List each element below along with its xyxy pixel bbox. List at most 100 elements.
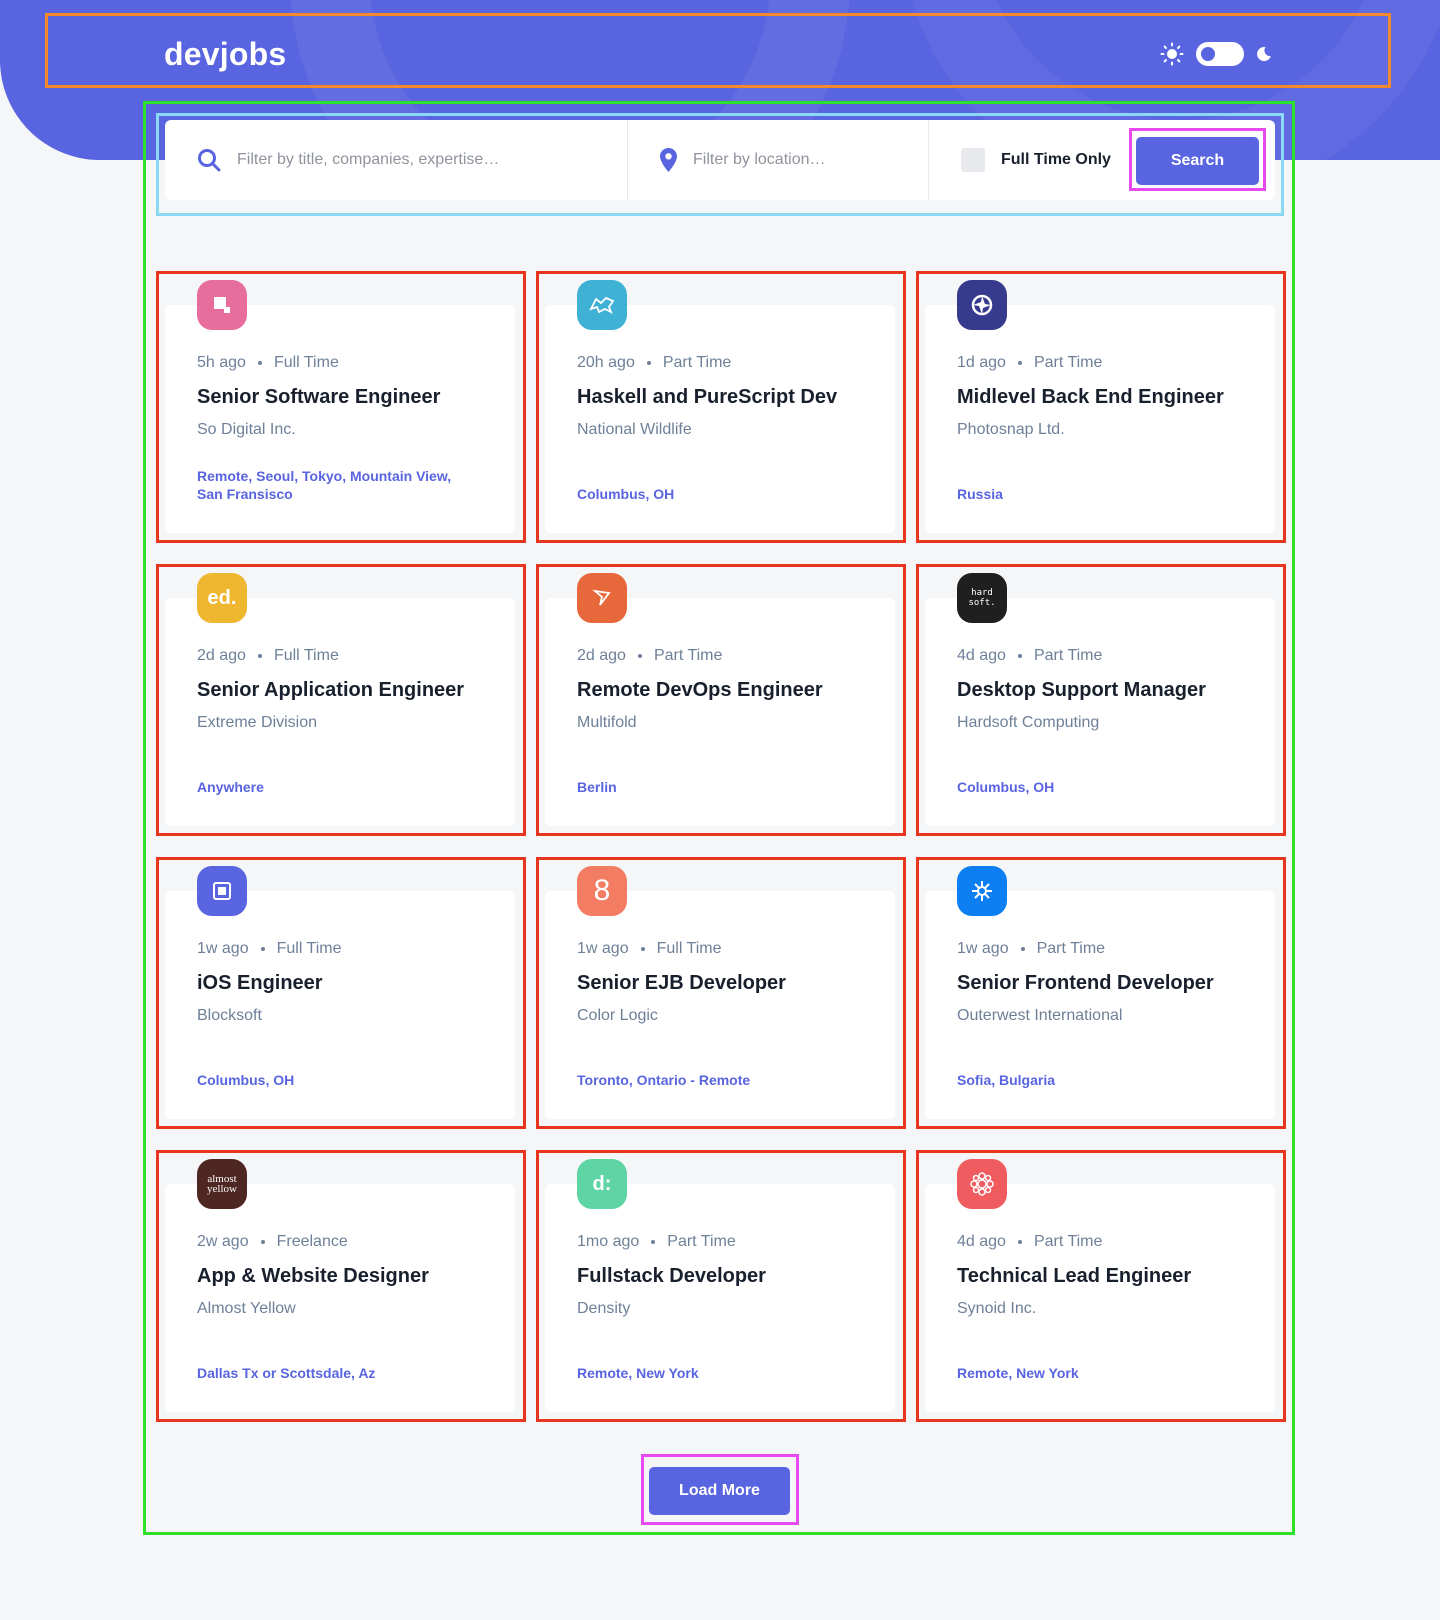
job-meta: 2d ago Part Time <box>577 647 722 665</box>
job-card[interactable]: 1w ago Full Time iOS Engineer Blocksoft Colu… <box>165 866 515 1119</box>
contract-type: Part Time <box>653 647 723 664</box>
title-filter <box>165 120 628 200</box>
posted-time: 4d ago <box>957 647 1006 664</box>
company-logo-text: 8 <box>593 874 611 907</box>
company-logo-text: d: <box>592 1172 612 1195</box>
photosnap-logo-icon <box>957 280 1007 330</box>
job-card[interactable]: 8 1w ago Full Time Senior EJB Developer Colo… <box>545 866 895 1119</box>
search-icon <box>198 149 221 172</box>
so-digital-logo-icon <box>197 280 247 330</box>
job-title[interactable]: Senior Frontend Developer <box>957 972 1257 995</box>
contract-type: Part Time <box>1033 354 1103 371</box>
title-search-input[interactable] <box>237 151 537 169</box>
hardsoft-logo-icon: hard soft. <box>957 573 1007 623</box>
job-location: Columbus, OH <box>957 779 1055 795</box>
separator-dot <box>260 1240 265 1244</box>
separator-dot <box>257 361 262 365</box>
job-title[interactable]: App & Website Designer <box>197 1265 497 1288</box>
posted-time: 4d ago <box>957 1233 1006 1250</box>
job-meta: 1w ago Part Time <box>957 940 1105 958</box>
density-logo-icon: d: <box>577 1159 627 1209</box>
job-title[interactable]: Midlevel Back End Engineer <box>957 386 1257 409</box>
job-location: Remote, Seoul, Tokyo, Mountain View, San… <box>197 468 452 502</box>
posted-time: 5h ago <box>197 354 246 371</box>
separator-dot <box>637 654 642 658</box>
job-location: Columbus, OH <box>577 486 675 502</box>
extreme-division-logo-icon: ed. <box>197 573 247 623</box>
company-name: So Digital Inc. <box>197 421 296 438</box>
posted-time: 20h ago <box>577 354 635 371</box>
separator-dot <box>646 361 651 365</box>
search-bar: Full Time Only <box>165 120 1275 200</box>
job-title[interactable]: Senior Software Engineer <box>197 386 497 409</box>
separator-dot <box>640 947 645 951</box>
company-name: Almost Yellow <box>197 1300 296 1317</box>
app-logo[interactable]: devjobs <box>164 36 286 73</box>
fulltime-label: Full Time Only <box>1001 151 1111 168</box>
multifold-logo-icon <box>577 573 627 623</box>
job-card[interactable]: 5h ago Full Time Senior Software Engineer S… <box>165 280 515 533</box>
job-card[interactable]: 1w ago Part Time Senior Frontend Developer… <box>925 866 1275 1119</box>
theme-toggle[interactable] <box>1196 42 1244 66</box>
separator-dot <box>1017 1240 1022 1244</box>
blocksoft-logo-icon <box>197 866 247 916</box>
job-card[interactable]: d: 1mo ago Part Time Fullstack Developer Den… <box>545 1159 895 1412</box>
company-name: Blocksoft <box>197 1007 262 1024</box>
job-meta: 20h ago Part Time <box>577 354 731 372</box>
company-logo-text: hard soft. <box>968 588 996 608</box>
contract-type: Part Time <box>667 1233 736 1250</box>
job-title[interactable]: iOS Engineer <box>197 972 497 995</box>
job-title[interactable]: Remote DevOps Engineer <box>577 679 877 702</box>
job-card[interactable]: 4d ago Part Time Technical Lead Engineer Sy… <box>925 1159 1275 1412</box>
job-title[interactable]: Technical Lead Engineer <box>957 1265 1257 1288</box>
company-name: Hardsoft Computing <box>957 714 1100 731</box>
contract-type: Full Time <box>276 940 342 957</box>
job-card[interactable]: 20h ago Part Time Haskell and PureScript D… <box>545 280 895 533</box>
posted-time: 2w ago <box>197 1233 249 1250</box>
job-title[interactable]: Desktop Support Manager <box>957 679 1257 702</box>
contract-type: Full Time <box>656 940 722 957</box>
company-name: Synoid Inc. <box>957 1300 1037 1317</box>
job-meta: 2w ago Freelance <box>197 1233 348 1251</box>
job-meta: 4d ago Part Time <box>957 1233 1102 1251</box>
job-card[interactable]: ed. 2d ago Full Time Senior Application Eng… <box>165 573 515 826</box>
company-name: Extreme Division <box>197 714 318 731</box>
posted-time: 2d ago <box>577 647 626 664</box>
job-title[interactable]: Senior Application Engineer <box>197 679 497 702</box>
posted-time: 1w ago <box>957 940 1009 957</box>
contract-type: Part Time <box>662 354 732 371</box>
job-card[interactable]: almost yellow 2w ago Freelance App & Websit… <box>165 1159 515 1412</box>
job-meta: 1w ago Full Time <box>197 940 342 958</box>
separator-dot <box>651 1240 656 1244</box>
national-wildlife-logo-icon <box>577 280 627 330</box>
location-search-input[interactable] <box>693 151 913 169</box>
separator-dot <box>1017 361 1022 365</box>
load-more-button[interactable]: Load More <box>649 1467 790 1515</box>
company-logo-text: almost yellow <box>207 1173 237 1195</box>
job-card[interactable]: 1d ago Part Time Midlevel Back End Enginee… <box>925 280 1275 533</box>
job-location: Russia <box>957 486 1003 502</box>
contract-type: Part Time <box>1033 1233 1103 1250</box>
color-logic-logo-icon: 8 <box>577 866 627 916</box>
company-name: Density <box>577 1300 631 1317</box>
job-meta: 5h ago Full Time <box>197 354 339 372</box>
theme-switcher <box>1160 42 1272 66</box>
sun-icon <box>1160 42 1184 66</box>
job-location: Sofia, Bulgaria <box>957 1072 1056 1088</box>
search-button[interactable]: Search <box>1136 137 1259 185</box>
job-card[interactable]: 2d ago Part Time Remote DevOps Engineer Mul… <box>545 573 895 826</box>
separator-dot <box>1017 654 1022 658</box>
contract-type: Part Time <box>1033 647 1103 664</box>
posted-time: 2d ago <box>197 647 246 664</box>
job-meta: 4d ago Part Time <box>957 647 1102 665</box>
contract-type: Freelance <box>276 1233 348 1250</box>
job-title[interactable]: Fullstack Developer <box>577 1265 877 1288</box>
job-title[interactable]: Senior EJB Developer <box>577 972 877 995</box>
job-location: Remote, New York <box>577 1365 699 1381</box>
posted-time: 1mo ago <box>577 1233 640 1250</box>
company-name: Multifold <box>577 714 637 731</box>
fulltime-checkbox[interactable] <box>961 148 985 172</box>
job-card[interactable]: hard soft. 4d ago Part Time Desktop Support… <box>925 573 1275 826</box>
company-logo-text: ed. <box>207 586 237 609</box>
job-title[interactable]: Haskell and PureScript Dev <box>577 386 877 409</box>
